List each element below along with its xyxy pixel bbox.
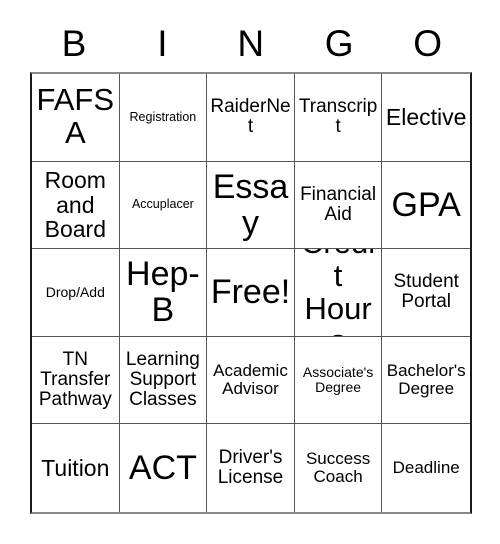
bingo-cell[interactable]: Driver's License [207, 424, 295, 512]
bingo-cell[interactable]: Associate's Degree [294, 336, 383, 425]
bingo-cell[interactable]: Tuition [32, 424, 120, 512]
bingo-cell-label: Driver's License [217, 447, 284, 489]
bingo-cell[interactable]: Hep-B [119, 249, 208, 337]
bingo-cell-label: Financial Aid [300, 183, 377, 225]
bingo-cell[interactable]: RaiderNet [207, 74, 295, 162]
bingo-header: B I N G O [30, 14, 472, 72]
bingo-cell-label: Elective [385, 104, 467, 131]
bingo-cell-label: GPA [391, 185, 461, 224]
bingo-cell[interactable]: Student Portal [382, 249, 470, 337]
bingo-cell-label: Room and Board [44, 167, 106, 243]
bingo-cell[interactable]: Academic Advisor [207, 336, 295, 425]
bingo-cell-label: ACT [128, 449, 197, 488]
bingo-cell[interactable]: Deadline [382, 424, 470, 512]
bingo-cell[interactable]: FAFSA [32, 74, 120, 162]
bingo-cell[interactable]: Transcript [294, 74, 383, 162]
bingo-cell-label: Credit Hours [301, 249, 375, 336]
bingo-cell-label: Bachelor's Degree [386, 361, 466, 399]
bingo-cell[interactable]: Financial Aid [294, 161, 383, 250]
bingo-cell[interactable]: Success Coach [294, 424, 383, 512]
bingo-cell[interactable]: Bachelor's Degree [382, 336, 470, 425]
bingo-cell-label: Success Coach [305, 449, 371, 487]
bingo-cell-label: Student Portal [393, 271, 459, 313]
bingo-cell[interactable]: Elective [382, 74, 470, 162]
bingo-cell-label: Academic Advisor [213, 361, 288, 399]
bingo-cell[interactable]: Credit Hours [294, 249, 383, 337]
bingo-cell-label: Free! [210, 273, 291, 312]
bingo-cell[interactable]: Accuplacer [119, 161, 208, 250]
bingo-cell-label: Transcript [298, 96, 378, 138]
bingo-cell[interactable]: GPA [382, 161, 470, 250]
header-letter-o: O [413, 22, 443, 64]
bingo-cell[interactable]: TN Transfer Pathway [32, 336, 120, 425]
bingo-cell-label: FAFSA [36, 82, 115, 151]
header-letter-i: I [157, 22, 168, 64]
bingo-cell[interactable]: ACT [119, 424, 208, 512]
bingo-cell-label: Learning Support Classes [125, 348, 200, 411]
bingo-cell-free-space[interactable]: Free! [207, 249, 295, 337]
bingo-grid: FAFSA Registration RaiderNet Transcript … [30, 72, 472, 514]
header-letter-b: B [61, 22, 87, 64]
bingo-cell-label: Tuition [41, 455, 110, 481]
bingo-cell[interactable]: Drop/Add [32, 249, 120, 337]
bingo-cell-label: Drop/Add [45, 284, 105, 301]
bingo-cell-label: Hep-B [126, 255, 200, 330]
bingo-cell-label: RaiderNet [210, 96, 291, 138]
bingo-cell-label: Associate's Degree [302, 364, 374, 396]
bingo-cell[interactable]: Room and Board [32, 161, 120, 250]
bingo-cell[interactable]: Registration [119, 74, 208, 162]
bingo-cell-label: Essay [212, 167, 289, 242]
bingo-cell-label: Registration [129, 109, 197, 124]
bingo-card: B I N G O FAFSA Registration RaiderNet T… [0, 0, 500, 544]
bingo-cell[interactable]: Essay [207, 161, 295, 250]
bingo-cell-label: Deadline [392, 458, 460, 478]
header-letter-g: G [324, 22, 355, 64]
bingo-cell[interactable]: Learning Support Classes [119, 336, 208, 425]
bingo-cell-label: TN Transfer Pathway [38, 348, 112, 411]
bingo-cell-label: Accuplacer [131, 197, 194, 212]
header-letter-n: N [237, 22, 265, 64]
